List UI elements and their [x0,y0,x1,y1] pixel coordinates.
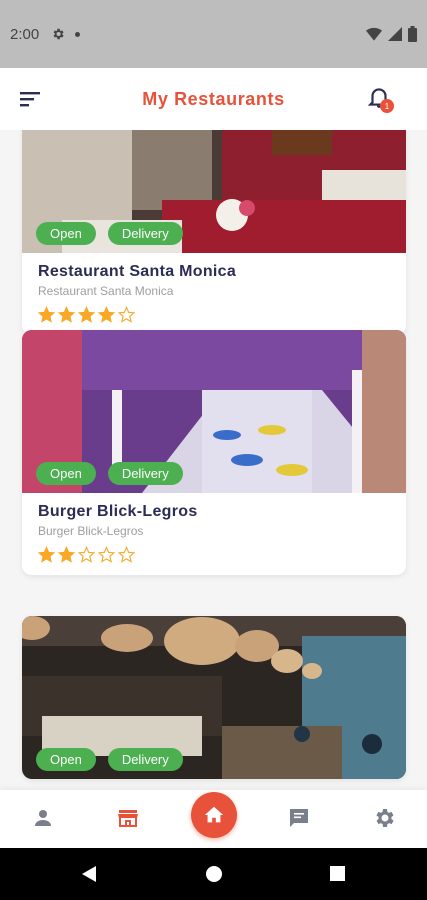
chat-icon[interactable] [287,806,311,830]
star-filled-icon [98,306,115,323]
bottom-nav [0,790,427,848]
star-filled-icon [58,306,75,323]
restaurant-card[interactable]: Open Delivery [22,616,406,779]
status-time: 2:00 [10,25,40,43]
restaurant-image: Open Delivery [22,330,406,493]
battery-icon [408,26,417,42]
notifications-button[interactable]: 1 [366,84,396,114]
restaurant-image: Open Delivery [22,616,406,779]
menu-icon[interactable] [18,88,44,110]
back-icon[interactable] [80,865,98,883]
gear-icon [53,28,64,40]
restaurant-name: Burger Blick-Legros [38,503,198,520]
star-filled-icon [38,546,55,563]
person-icon[interactable] [31,806,55,830]
wifi-icon [366,27,382,41]
star-filled-icon [58,546,75,563]
recents-icon[interactable] [329,865,346,882]
dot-icon [75,31,81,37]
store-icon[interactable] [116,806,140,830]
star-filled-icon [38,306,55,323]
delivery-tag: Delivery [107,462,183,485]
delivery-tag: Delivery [107,748,183,771]
status-bar: 2:00 [0,0,427,68]
settings-icon[interactable] [372,806,396,830]
delivery-tag: Delivery [107,222,183,245]
star-empty-icon [98,546,115,563]
restaurant-name: Restaurant Santa Monica [38,263,237,280]
page-title: My Restaurants [142,88,285,109]
signal-icon [388,27,402,41]
home-system-icon[interactable] [205,865,223,883]
restaurant-subtitle: Burger Blick-Legros [38,524,144,538]
app-bar: My Restaurants 1 [0,68,427,130]
restaurant-card[interactable]: Open Delivery Restaurant Santa Monica Re… [22,130,406,335]
rating-stars [38,306,390,323]
home-button[interactable] [191,792,237,838]
system-nav-bar [0,848,427,900]
restaurant-image: Open Delivery [22,130,406,253]
star-empty-icon [118,546,135,563]
star-empty-icon [78,546,95,563]
star-empty-icon [118,306,135,323]
open-tag: Open [36,222,96,245]
notification-badge: 1 [380,99,394,113]
restaurant-subtitle: Restaurant Santa Monica [38,284,174,298]
open-tag: Open [36,462,96,485]
home-icon [204,806,224,823]
restaurant-card[interactable]: Open Delivery Burger Blick-Legros Burger… [22,330,406,575]
rating-stars [38,546,390,563]
star-filled-icon [78,306,95,323]
open-tag: Open [36,748,96,771]
restaurant-list[interactable]: Open Delivery Restaurant Santa Monica Re… [0,130,427,790]
